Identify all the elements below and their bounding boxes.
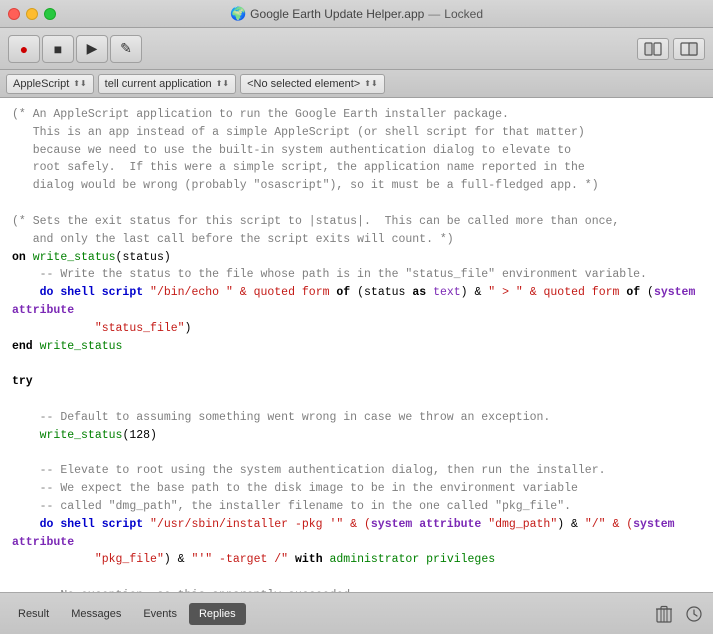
- target-selector-arrow: ⬆⬇: [216, 79, 229, 88]
- toolbar: ● ■ ▶ ✎: [0, 28, 713, 70]
- stop-button[interactable]: ■: [42, 35, 74, 63]
- language-selector-arrow: ⬆⬇: [73, 79, 86, 88]
- app-icon: 🌍: [230, 6, 246, 22]
- traffic-lights[interactable]: [8, 8, 56, 20]
- toolbar-button-group: ● ■ ▶ ✎: [8, 35, 142, 63]
- language-selector[interactable]: AppleScript ⬆⬇: [6, 74, 94, 94]
- titlebar: 🌍 Google Earth Update Helper.app — Locke…: [0, 0, 713, 28]
- view-full-button[interactable]: [673, 38, 705, 60]
- close-button[interactable]: [8, 8, 20, 20]
- maximize-button[interactable]: [44, 8, 56, 20]
- minimize-button[interactable]: [26, 8, 38, 20]
- target-label: tell current application: [105, 78, 212, 90]
- element-label: <No selected element>: [247, 78, 360, 90]
- target-selector[interactable]: tell current application ⬆⬇: [98, 74, 236, 94]
- record-button[interactable]: ●: [8, 35, 40, 63]
- bottom-bar: Result Messages Events Replies: [0, 592, 713, 634]
- view-toggle: [637, 38, 705, 60]
- element-selector[interactable]: <No selected element> ⬆⬇: [240, 74, 385, 94]
- title-text: Google Earth Update Helper.app: [250, 7, 424, 21]
- locked-label: Locked: [444, 7, 483, 21]
- window-title: 🌍 Google Earth Update Helper.app — Locke…: [230, 6, 483, 22]
- code-content: (* An AppleScript application to run the…: [12, 106, 701, 592]
- compile-button[interactable]: ✎: [110, 35, 142, 63]
- run-button[interactable]: ▶: [76, 35, 108, 63]
- code-editor[interactable]: (* An AppleScript application to run the…: [0, 98, 713, 592]
- element-selector-arrow: ⬆⬇: [364, 79, 377, 88]
- selectors-bar: AppleScript ⬆⬇ tell current application …: [0, 70, 713, 98]
- view-split-button[interactable]: [637, 38, 669, 60]
- language-label: AppleScript: [13, 78, 69, 90]
